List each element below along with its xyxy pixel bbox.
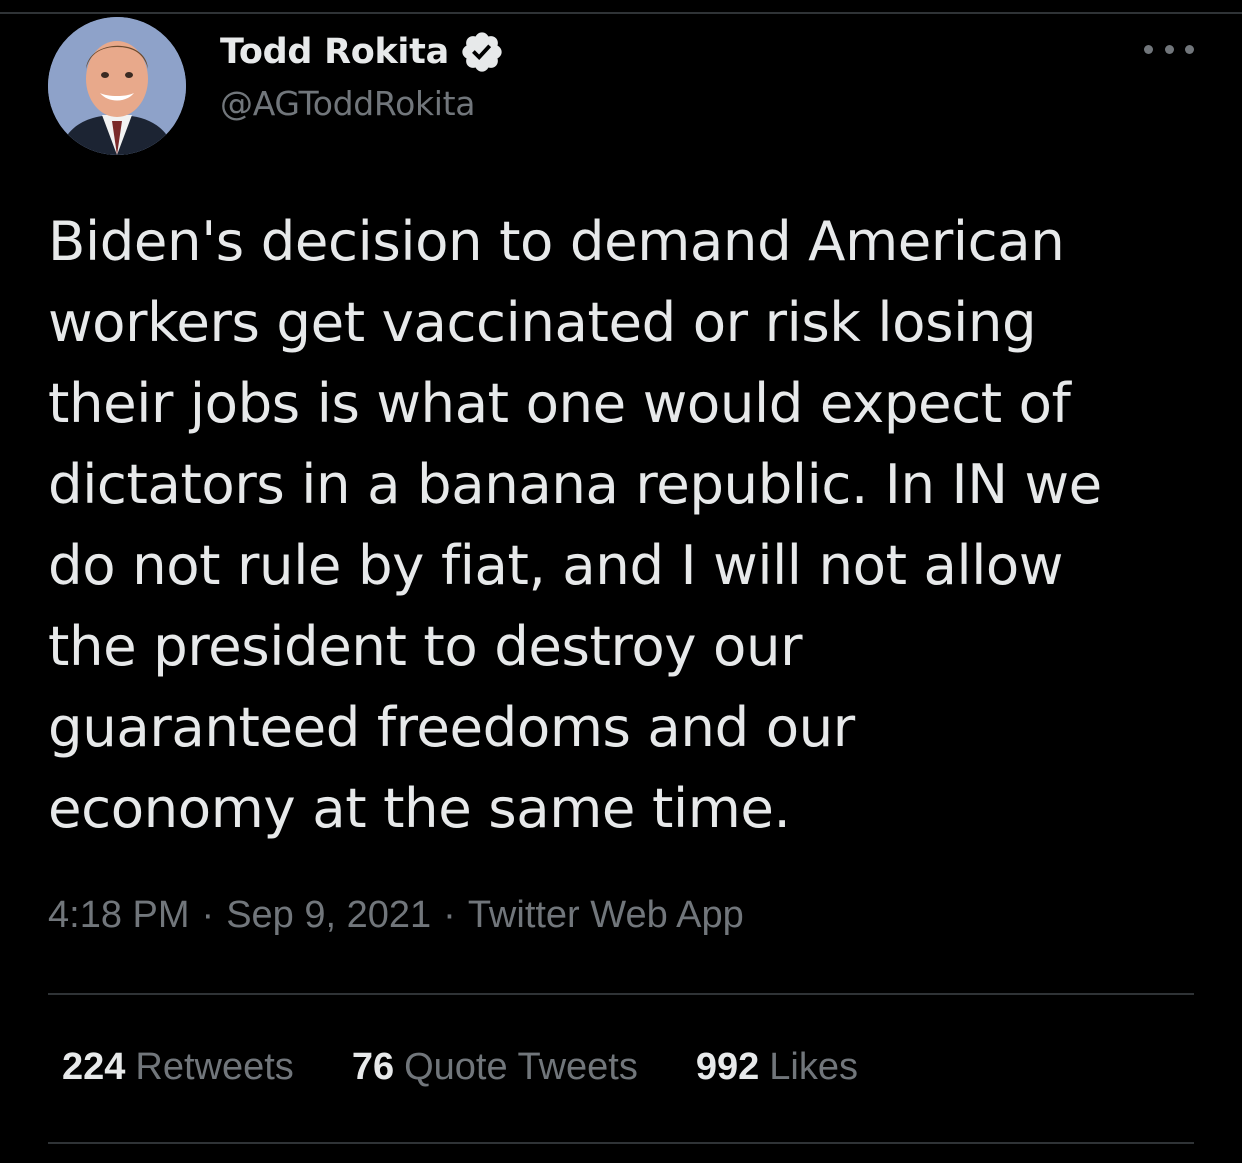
retweets-stat[interactable]: 224 Retweets bbox=[62, 1046, 294, 1089]
author-name-row: Todd Rokita bbox=[220, 28, 505, 76]
likes-label: Likes bbox=[769, 1046, 858, 1088]
tweet-text-line: economy at the same time. bbox=[48, 776, 791, 840]
tweet-text-line: the president to destroy our bbox=[48, 614, 803, 678]
tweet-text-line: their jobs is what one would expect of bbox=[48, 371, 1071, 435]
stats-divider-top bbox=[48, 993, 1194, 995]
tweet-date[interactable]: Sep 9, 2021 bbox=[226, 894, 431, 936]
quote-tweets-count: 76 bbox=[351, 1046, 395, 1088]
tweet-metadata: 4:18 PM · Sep 9, 2021 · Twitter Web App bbox=[48, 894, 744, 937]
quote-tweets-stat[interactable]: 76 Quote Tweets bbox=[352, 1046, 638, 1089]
tweet-text-line: Biden's decision to demand American bbox=[48, 209, 1065, 273]
verified-badge-icon bbox=[462, 32, 502, 72]
ellipsis-dot-icon bbox=[1164, 44, 1174, 54]
retweets-count: 224 bbox=[62, 1046, 126, 1088]
author-display-name[interactable]: Todd Rokita bbox=[220, 32, 449, 72]
tweet-text-line: workers get vaccinated or risk losing bbox=[48, 290, 1037, 354]
likes-count: 992 bbox=[695, 1046, 760, 1088]
tweet-text-line: guaranteed freedoms and our bbox=[48, 695, 855, 759]
likes-stat[interactable]: 992 Likes bbox=[696, 1046, 858, 1089]
tweet-stats: 224 Retweets 76 Quote Tweets 992 Likes bbox=[62, 1046, 916, 1089]
stats-divider-bottom bbox=[48, 1142, 1194, 1144]
retweets-label: Retweets bbox=[135, 1046, 294, 1088]
tweet-detail: Todd Rokita @AGToddRokita Biden's decisi… bbox=[0, 0, 1242, 1163]
tweet-text: Biden's decision to demand American work… bbox=[48, 201, 1218, 849]
tweet-text-line: do not rule by fiat, and I will not allo… bbox=[48, 533, 1064, 597]
tweet-text-line: dictators in a banana republic. In IN we bbox=[48, 452, 1102, 516]
author-handle[interactable]: @AGToddRokita bbox=[220, 84, 505, 123]
meta-separator: · bbox=[443, 894, 456, 936]
meta-separator: · bbox=[201, 894, 215, 936]
more-options-button[interactable] bbox=[1144, 36, 1194, 62]
tweet-source[interactable]: Twitter Web App bbox=[468, 894, 744, 936]
quote-tweets-label: Quote Tweets bbox=[404, 1046, 638, 1088]
author-block: Todd Rokita @AGToddRokita bbox=[220, 28, 505, 123]
ellipsis-dot-icon bbox=[1144, 44, 1153, 54]
avatar[interactable] bbox=[48, 17, 186, 155]
profile-photo-icon bbox=[48, 17, 186, 155]
ellipsis-dot-icon bbox=[1185, 44, 1194, 54]
tweet-time[interactable]: 4:18 PM bbox=[48, 894, 190, 936]
